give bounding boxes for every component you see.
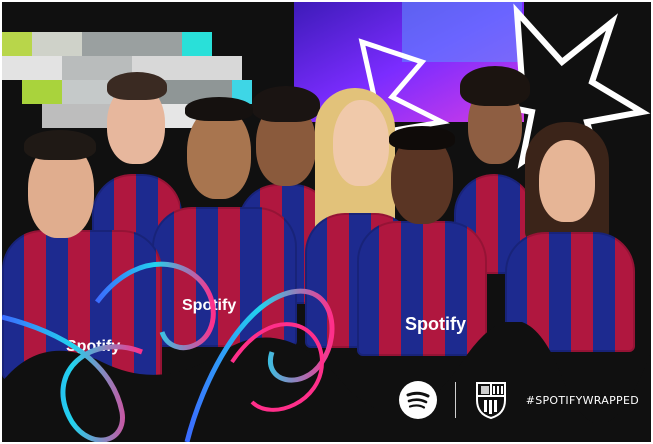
jersey-sponsor-text: Spotify (182, 297, 237, 314)
hashtag-text: #SPOTIFYWRAPPED (525, 393, 639, 407)
fcb-crest-icon (475, 382, 506, 420)
player-mid-left: Spotify (152, 97, 297, 347)
promo-poster: Spotify Spotify Spotify #SPOTIFYWRAPPED (2, 2, 651, 442)
spotify-logo-icon (398, 381, 437, 419)
footer-divider (454, 382, 456, 418)
footer-branding: #SPOTIFYWRAPPED (398, 380, 639, 420)
player-mid-right (505, 122, 635, 352)
